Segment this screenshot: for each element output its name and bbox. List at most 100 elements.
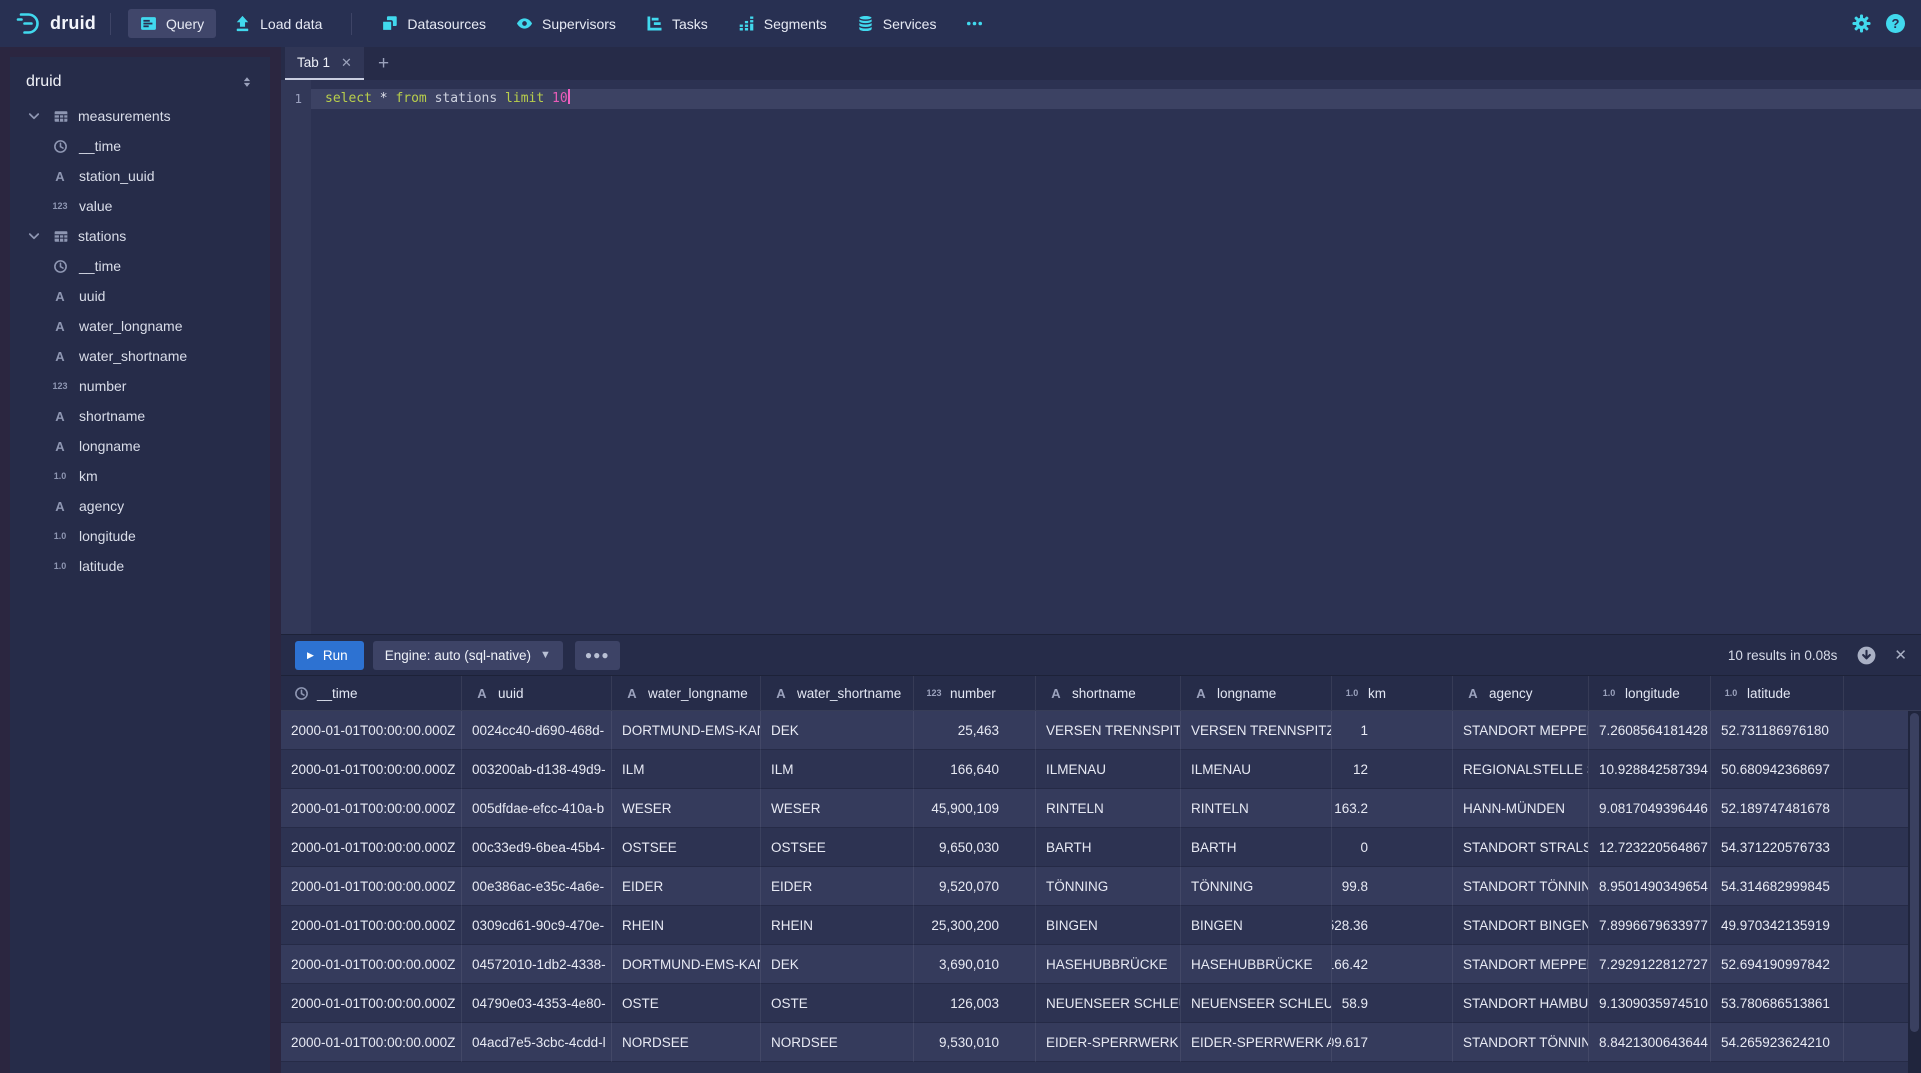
cell-water-shortname[interactable]: OSTE — [761, 984, 914, 1023]
cell-longitude[interactable]: 8.8421300643644 — [1589, 1023, 1711, 1062]
cell-number[interactable]: 3,690,010 — [914, 945, 1036, 984]
cell--time[interactable]: 2000-01-01T00:00:00.000Z — [281, 711, 462, 750]
cell-km[interactable]: 0 — [1332, 828, 1453, 867]
cell-water-longname[interactable]: ILM — [612, 750, 761, 789]
cell-water-shortname[interactable]: RHEIN — [761, 906, 914, 945]
cell-longitude[interactable]: 9.0817049396446 — [1589, 789, 1711, 828]
cell-agency[interactable]: STANDORT BINGEN — [1453, 906, 1589, 945]
cell--time[interactable]: 2000-01-01T00:00:00.000Z — [281, 828, 462, 867]
column-header-latitude[interactable]: 1.0latitude — [1711, 676, 1844, 711]
cell-longname[interactable]: BINGEN — [1181, 906, 1332, 945]
column-header-longitude[interactable]: 1.0longitude — [1589, 676, 1711, 711]
nav-item-load-data[interactable]: Load data — [222, 9, 334, 38]
column-header-shortname[interactable]: Ashortname — [1036, 676, 1181, 711]
cell-latitude[interactable]: 54.371220576733 — [1711, 828, 1844, 867]
nav-item-datasources[interactable]: Datasources — [369, 9, 498, 38]
tab-close-icon[interactable]: ✕ — [341, 55, 352, 71]
cell-latitude[interactable]: 50.680942368697 — [1711, 750, 1844, 789]
cell-agency[interactable]: STANDORT MEPPEN — [1453, 711, 1589, 750]
cell-water-longname[interactable]: OSTE — [612, 984, 761, 1023]
cell-longname[interactable]: TÖNNING — [1181, 867, 1332, 906]
cell-agency[interactable]: HANN-MÜNDEN — [1453, 789, 1589, 828]
engine-select[interactable]: Engine: auto (sql-native) ▼ — [373, 641, 563, 670]
cell-uuid[interactable]: 003200ab-d138-49d9- — [462, 750, 612, 789]
cell--time[interactable]: 2000-01-01T00:00:00.000Z — [281, 1023, 462, 1062]
cell-agency[interactable]: STANDORT HAMBURG — [1453, 984, 1589, 1023]
column-header-water-shortname[interactable]: Awater_shortname — [761, 676, 914, 711]
cell-longitude[interactable]: 10.928842587394 — [1589, 750, 1711, 789]
cell-uuid[interactable]: 005dfdae-efcc-410a-b — [462, 789, 612, 828]
cell-longname[interactable]: ILMENAU — [1181, 750, 1332, 789]
cell-water-longname[interactable]: DORTMUND-EMS-KANAL — [612, 945, 761, 984]
cell-uuid[interactable]: 04790e03-4353-4e80- — [462, 984, 612, 1023]
nav-item-segments[interactable]: Segments — [726, 9, 839, 38]
cell-latitude[interactable]: 53.780686513861 — [1711, 984, 1844, 1023]
column-header-water-longname[interactable]: Awater_longname — [612, 676, 761, 711]
cell-shortname[interactable]: VERSEN TRENNSPITZE — [1036, 711, 1181, 750]
query-more-button[interactable]: ●●● — [575, 641, 620, 670]
schema-table-measurements[interactable]: measurements — [10, 101, 270, 131]
cell-water-shortname[interactable]: NORDSEE — [761, 1023, 914, 1062]
cell-water-longname[interactable]: DORTMUND-EMS-KANAL — [612, 711, 761, 750]
cell-water-shortname[interactable]: DEK — [761, 945, 914, 984]
cell-number[interactable]: 25,300,200 — [914, 906, 1036, 945]
cell-water-longname[interactable]: RHEIN — [612, 906, 761, 945]
cell-longitude[interactable]: 8.9501490349654 — [1589, 867, 1711, 906]
cell-uuid[interactable]: 0309cd61-90c9-470e- — [462, 906, 612, 945]
nav-item-query[interactable]: Query — [128, 9, 216, 38]
nav-item-supervisors[interactable]: Supervisors — [504, 9, 628, 38]
cell-km[interactable]: 99.8 — [1332, 867, 1453, 906]
nav-item-tasks[interactable]: Tasks — [634, 9, 720, 38]
column-header-agency[interactable]: Aagency — [1453, 676, 1589, 711]
schema-column-number[interactable]: 123number — [10, 371, 270, 401]
cell-km[interactable]: 1 — [1332, 711, 1453, 750]
cell-longname[interactable]: VERSEN TRENNSPITZE — [1181, 711, 1332, 750]
cell-number[interactable]: 9,530,010 — [914, 1023, 1036, 1062]
cell-agency[interactable]: REGIONALSTELLE SUHL — [1453, 750, 1589, 789]
cell-number[interactable]: 166,640 — [914, 750, 1036, 789]
cell-km[interactable]: 12 — [1332, 750, 1453, 789]
cell-water-longname[interactable]: OSTSEE — [612, 828, 761, 867]
cell-water-shortname[interactable]: ILM — [761, 750, 914, 789]
cell--time[interactable]: 2000-01-01T00:00:00.000Z — [281, 984, 462, 1023]
cell-shortname[interactable]: RINTELN — [1036, 789, 1181, 828]
schema-column-longitude[interactable]: 1.0longitude — [10, 521, 270, 551]
cell-longname[interactable]: HASEHUBBRÜCKE — [1181, 945, 1332, 984]
cell-shortname[interactable]: ILMENAU — [1036, 750, 1181, 789]
nav-item-services[interactable]: Services — [845, 9, 949, 38]
cell-shortname[interactable]: TÖNNING — [1036, 867, 1181, 906]
cell-water-shortname[interactable]: OSTSEE — [761, 828, 914, 867]
cell-latitude[interactable]: 49.970342135919 — [1711, 906, 1844, 945]
cell-number[interactable]: 45,900,109 — [914, 789, 1036, 828]
help-button[interactable]: ? — [1886, 14, 1905, 33]
cell-latitude[interactable]: 52.189747481678 — [1711, 789, 1844, 828]
cell-uuid[interactable]: 0024cc40-d690-468d- — [462, 711, 612, 750]
cell-uuid[interactable]: 04572010-1db2-4338- — [462, 945, 612, 984]
close-results-button[interactable]: ✕ — [1894, 646, 1907, 664]
column-header-uuid[interactable]: Auuid — [462, 676, 612, 711]
cell-longname[interactable]: RINTELN — [1181, 789, 1332, 828]
cell-longitude[interactable]: 7.8996679633977 — [1589, 906, 1711, 945]
schema-column-shortname[interactable]: Ashortname — [10, 401, 270, 431]
cell-water-shortname[interactable]: WESER — [761, 789, 914, 828]
cell-km[interactable]: 166.42 — [1332, 945, 1453, 984]
cell-km[interactable]: 528.36 — [1332, 906, 1453, 945]
chevron-down-icon[interactable] — [24, 109, 44, 123]
cell--time[interactable]: 2000-01-01T00:00:00.000Z — [281, 867, 462, 906]
cell-water-longname[interactable]: NORDSEE — [612, 1023, 761, 1062]
cell-agency[interactable]: STANDORT TÖNNING — [1453, 867, 1589, 906]
sql-editor[interactable]: 1 select * from stations limit 10 — [281, 80, 1921, 634]
run-button[interactable]: ▶ Run — [295, 641, 364, 670]
cell-latitude[interactable]: 54.265923624210 — [1711, 1023, 1844, 1062]
schema-column-uuid[interactable]: Auuid — [10, 281, 270, 311]
cell-longitude[interactable]: 12.723220564867 — [1589, 828, 1711, 867]
cell-km[interactable]: 109.617 — [1332, 1023, 1453, 1062]
cell-uuid[interactable]: 00c33ed9-6bea-45b4- — [462, 828, 612, 867]
results-scrollbar[interactable] — [1908, 711, 1921, 1073]
cell-shortname[interactable]: BINGEN — [1036, 906, 1181, 945]
nav-item-more[interactable] — [954, 9, 995, 38]
cell-water-longname[interactable]: WESER — [612, 789, 761, 828]
schema-table-stations[interactable]: stations — [10, 221, 270, 251]
cell-water-longname[interactable]: EIDER — [612, 867, 761, 906]
cell-km[interactable]: 163.2 — [1332, 789, 1453, 828]
